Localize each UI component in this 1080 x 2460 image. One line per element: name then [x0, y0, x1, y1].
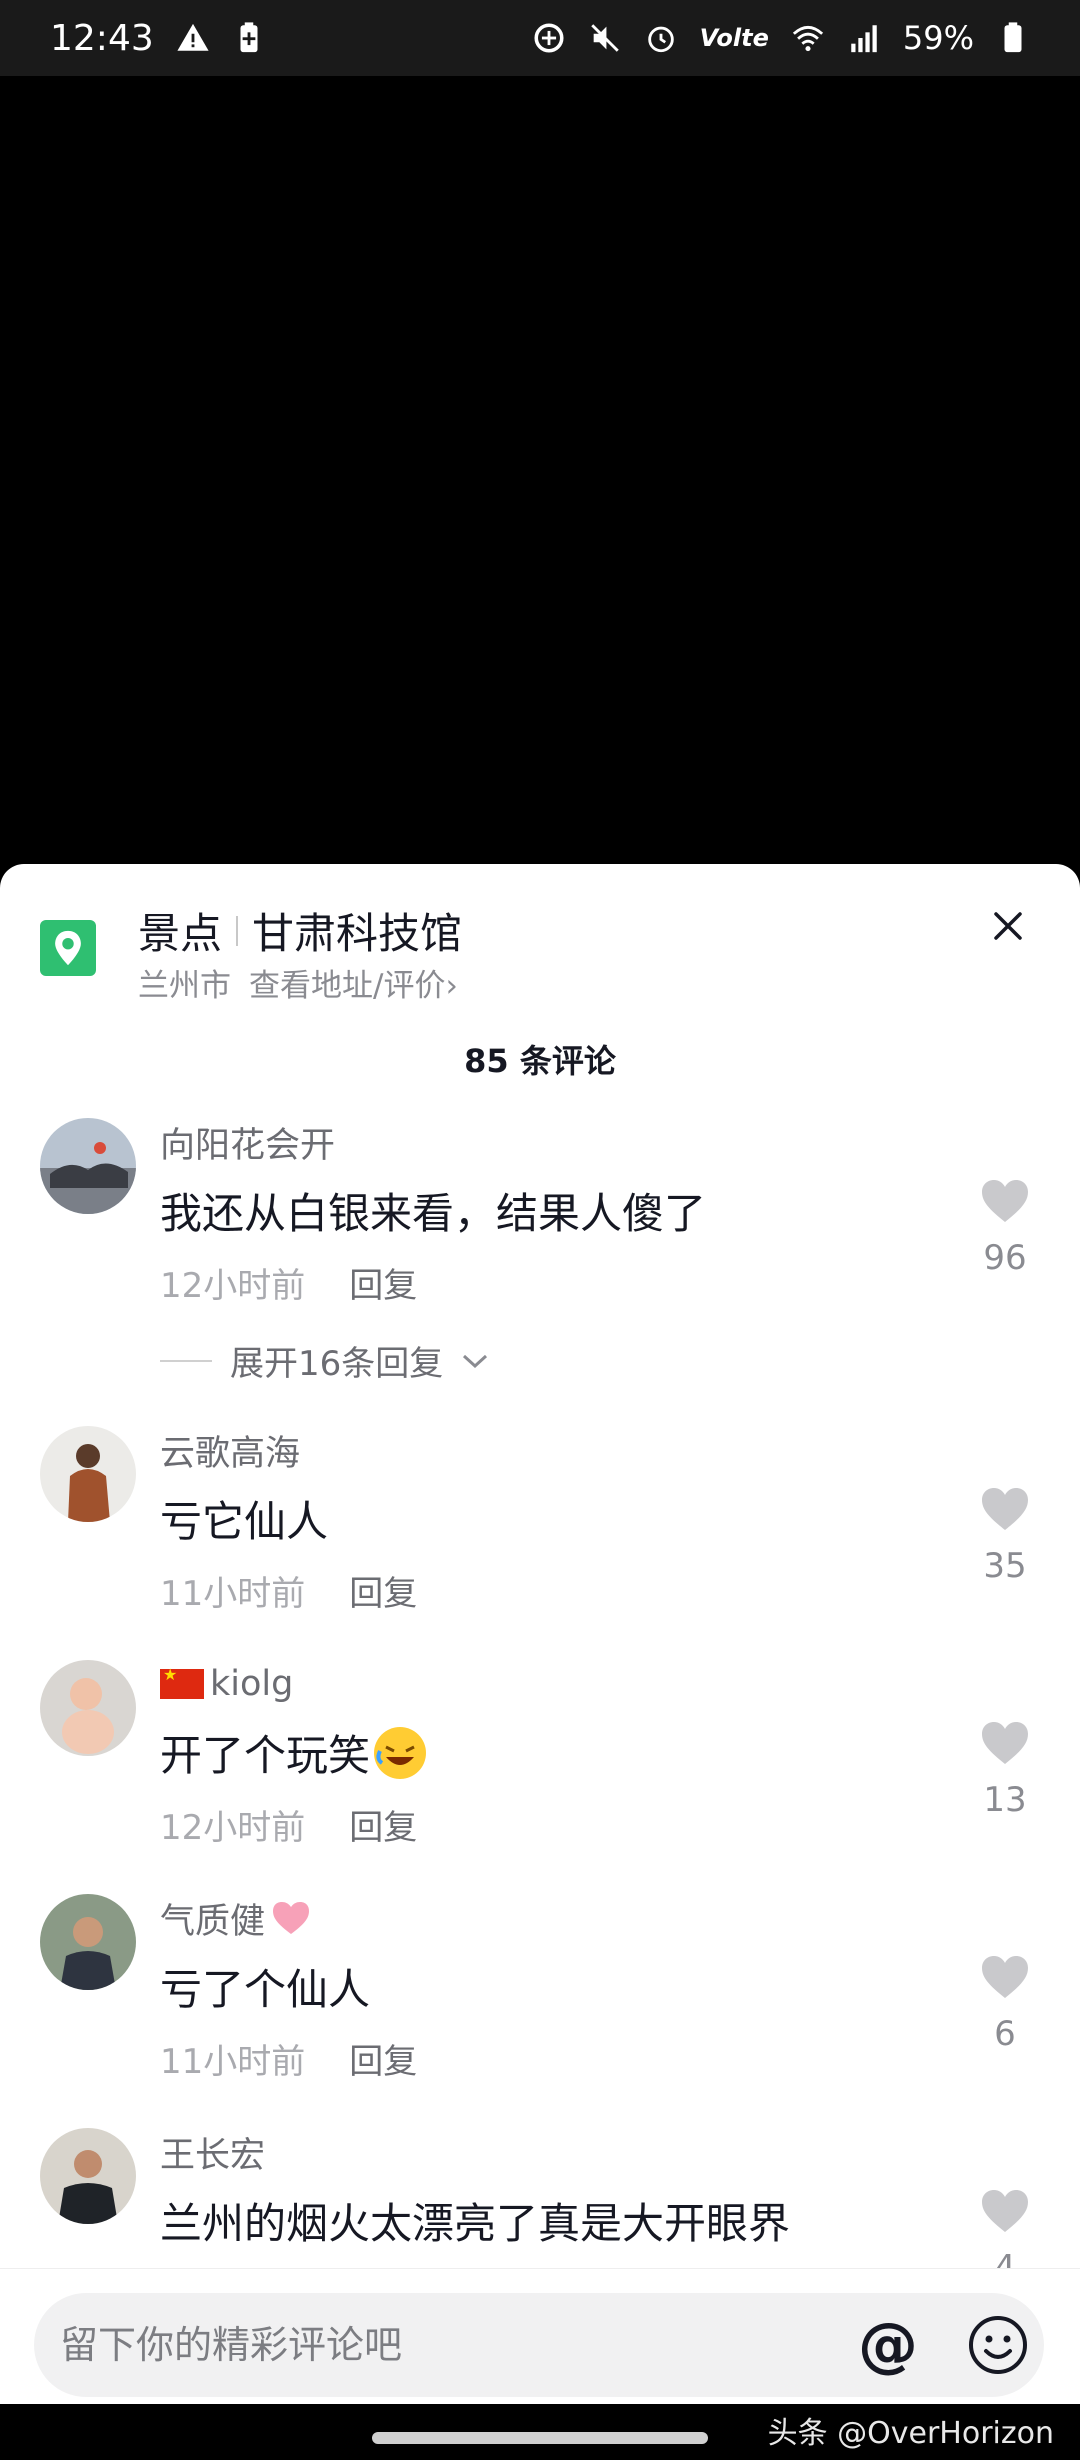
warning-icon — [176, 21, 210, 55]
poi-title: 景点 甘肃科技馆 — [138, 900, 462, 961]
comment-text: 兰州的烟火太漂亮了真是大开眼界 — [160, 2199, 791, 2248]
comment-meta: 12小时前 回复 — [160, 1800, 417, 1849]
comment-username[interactable]: 气质健 — [160, 1894, 311, 1942]
pink-heart-icon — [273, 1902, 310, 1934]
close-icon — [994, 912, 1022, 940]
battery-icon — [996, 21, 1030, 55]
like-button[interactable]: 35 — [970, 1486, 1040, 1586]
input-placeholder: 留下你的精彩评论吧 — [60, 2323, 403, 2367]
comment-time: 12小时前 — [160, 1266, 306, 1306]
mention-button[interactable]: @ — [856, 2313, 920, 2377]
comment-input[interactable]: 留下你的精彩评论吧 @ — [34, 2293, 1044, 2397]
home-handle[interactable] — [372, 2432, 708, 2444]
heart-icon — [982, 1180, 1028, 1222]
poi-name: 甘肃科技馆 — [252, 909, 463, 958]
like-button[interactable]: 6 — [970, 1954, 1040, 2054]
comment-username-text: 气质健 — [160, 1901, 266, 1942]
poi-address-link[interactable]: 查看地址/评价› — [249, 960, 458, 1005]
alarm-icon — [644, 21, 678, 55]
heart-icon — [982, 1956, 1028, 1998]
heart-icon — [982, 1722, 1028, 1764]
poi-subtitle: 兰州市 查看地址/评价› — [138, 960, 458, 1005]
expand-divider — [160, 1359, 212, 1362]
video-area[interactable] — [0, 76, 1080, 864]
avatar[interactable] — [40, 1894, 136, 1990]
expand-replies-button[interactable]: 展开16条回复 — [160, 1336, 489, 1385]
like-count: 35 — [983, 1546, 1027, 1586]
location-pin-icon — [40, 920, 96, 976]
battery-saver-icon — [232, 21, 266, 55]
status-time: 12:43 — [50, 17, 154, 59]
comment-text: 亏了个仙人 — [160, 1965, 371, 2014]
poi-card[interactable]: 景点 甘肃科技馆 兰州市 查看地址/评价› — [0, 864, 1080, 1014]
reply-button[interactable]: 回复 — [349, 1566, 417, 1615]
comment-username[interactable]: kiolg — [160, 1660, 293, 1708]
reply-button[interactable]: 回复 — [349, 1800, 417, 1849]
comment-text: 我还从白银来看，结果人傻了 — [160, 1189, 707, 1238]
like-count: 96 — [983, 1238, 1027, 1278]
comment-input-bar: 留下你的精彩评论吧 @ — [0, 2268, 1080, 2404]
battery-percent: 59% — [902, 19, 974, 57]
smiley-icon — [969, 2316, 1027, 2374]
chevron-down-icon — [463, 1354, 488, 1368]
comments-count: 85 条评论 — [464, 1042, 616, 1080]
like-button[interactable]: 96 — [970, 1178, 1040, 1278]
avatar[interactable] — [40, 1118, 136, 1214]
avatar[interactable] — [40, 1660, 136, 1756]
reply-button[interactable]: 回复 — [349, 1258, 417, 1307]
comment-meta: 12小时前 回复 — [160, 1258, 417, 1307]
navigation-bar: 头条 @OverHorizon — [0, 2404, 1080, 2460]
comment-time: 11小时前 — [160, 2042, 306, 2082]
expand-replies-label: 展开16条回复 — [230, 1344, 444, 1384]
reply-button[interactable]: 回复 — [349, 2034, 417, 2083]
poi-divider — [236, 915, 239, 946]
comment-meta: 11小时前 回复 — [160, 2034, 417, 2083]
avatar[interactable] — [40, 2128, 136, 2224]
poi-city: 兰州市 — [138, 968, 231, 1004]
like-count: 13 — [983, 1780, 1027, 1820]
comment-username[interactable]: 王长宏 — [160, 2128, 265, 2176]
heart-icon — [982, 1488, 1028, 1530]
like-count: 6 — [994, 2014, 1016, 2054]
laughing-emoji-icon — [374, 1726, 427, 1779]
avatar[interactable] — [40, 1426, 136, 1522]
status-bar: 12:43 Volte 59% — [0, 0, 1080, 76]
chevron-right-icon: › — [445, 968, 458, 1004]
comment-time: 12小时前 — [160, 1808, 306, 1848]
comment-username[interactable]: 向阳花会开 — [160, 1118, 335, 1166]
heart-icon — [982, 2190, 1028, 2232]
wifi-icon — [791, 21, 825, 55]
signal-icon — [847, 21, 881, 55]
mute-icon — [588, 21, 622, 55]
comment-text: 亏它仙人 — [160, 1497, 329, 1546]
comment-username-text: kiolg — [210, 1664, 294, 1704]
poi-category: 景点 — [138, 909, 223, 958]
comment-username[interactable]: 云歌高海 — [160, 1426, 300, 1474]
watermark: 头条 @OverHorizon — [767, 2416, 1054, 2451]
close-button[interactable] — [976, 894, 1040, 958]
comment-sheet: 景点 甘肃科技馆 兰州市 查看地址/评价› 85 条评论 向阳花会开 我还从白银… — [0, 864, 1080, 2404]
emoji-button[interactable] — [966, 2313, 1030, 2377]
comment-text: 开了个玩笑 — [160, 1722, 427, 1783]
comment-time: 11小时前 — [160, 1574, 306, 1614]
china-flag-icon — [160, 1665, 204, 1699]
comment-meta: 11小时前 回复 — [160, 1566, 417, 1615]
data-saver-icon — [532, 21, 566, 55]
like-button[interactable]: 13 — [970, 1720, 1040, 1820]
volte-indicator: Volte — [699, 24, 769, 52]
